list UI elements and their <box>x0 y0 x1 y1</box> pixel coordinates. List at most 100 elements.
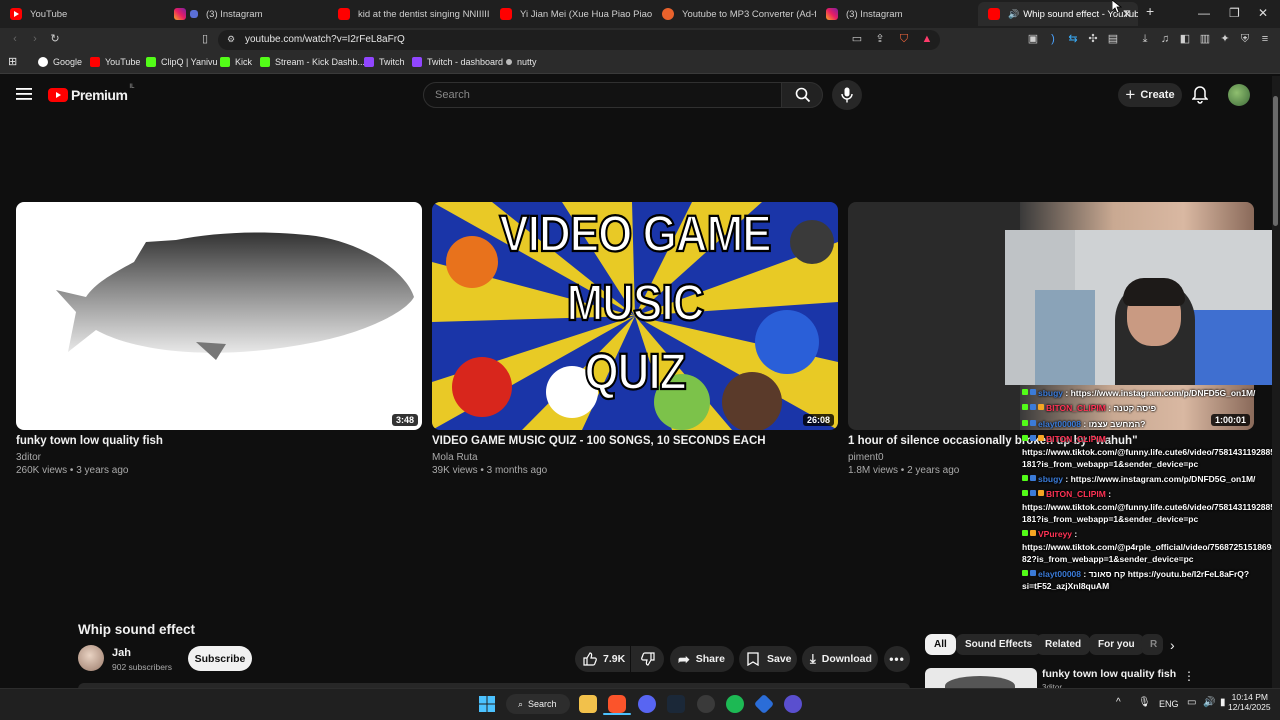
battery-icon[interactable]: ▮ <box>1220 697 1226 708</box>
search-input[interactable]: Search <box>423 82 782 108</box>
video-channel[interactable]: Mola Ruta <box>432 452 478 463</box>
screenshot-icon[interactable]: ▤ <box>1106 32 1120 46</box>
channel-name[interactable]: Jah <box>112 647 131 659</box>
bookmark-youtube[interactable]: YouTube <box>90 57 140 67</box>
channel-avatar[interactable] <box>78 645 104 671</box>
brave-browser-icon[interactable] <box>608 695 626 713</box>
browser-tab[interactable]: Youtube to MP3 Converter (Ad-free) <box>652 2 816 26</box>
voice-search-button[interactable] <box>832 80 862 110</box>
reload-icon[interactable]: ↻ <box>48 32 62 46</box>
chip-for-you[interactable]: For you <box>1089 634 1144 655</box>
share-icon[interactable]: ⇪ <box>873 32 887 46</box>
chevron-right-icon[interactable]: › <box>1170 637 1175 653</box>
subscribe-button[interactable]: Subscribe <box>188 646 252 671</box>
clock[interactable]: 10:14 PM 12/14/2025 <box>1228 692 1271 712</box>
microphone-tray-icon[interactable]: 🎙 <box>1138 697 1151 708</box>
thumbnail-text: VIDEO GAME MUSIC QUIZ <box>432 202 838 408</box>
sidebar-video-title[interactable]: funky town low quality fish <box>1042 668 1176 680</box>
bookmark-google[interactable]: Google <box>38 57 82 67</box>
volume-icon[interactable]: 🔊 <box>1203 697 1215 708</box>
more-actions-button[interactable]: ••• <box>884 646 910 672</box>
video-title[interactable]: VIDEO GAME MUSIC QUIZ - 100 SONGS, 10 SE… <box>432 435 766 447</box>
spotify-icon[interactable] <box>726 695 744 713</box>
rewards-icon[interactable]: ▲ <box>920 32 934 46</box>
video-thumbnail[interactable]: 3:48 <box>16 202 422 430</box>
bookmark-icon[interactable]: ▯ <box>198 32 212 46</box>
browser-tab[interactable]: YouTube <box>0 2 164 26</box>
leo-ai-icon[interactable]: ✦ <box>1218 32 1232 46</box>
sidebar-icon[interactable]: ◧ <box>1178 32 1192 46</box>
site-info-icon[interactable]: ⚙ <box>224 32 238 46</box>
video-title[interactable]: funky town low quality fish <box>16 435 163 447</box>
share-arrow-icon: ➦ <box>678 650 690 667</box>
new-tab-icon[interactable]: + <box>1146 3 1154 19</box>
back-icon[interactable]: ‹ <box>8 32 22 46</box>
download-button[interactable]: ⤓ Download <box>802 646 878 672</box>
tray-chevron-icon[interactable]: ^ <box>1116 697 1121 708</box>
minimize-icon[interactable]: — <box>1198 6 1210 20</box>
search-button[interactable] <box>781 82 823 108</box>
cast-icon[interactable]: ▭ <box>850 32 864 46</box>
close-tab-icon[interactable]: ✕ <box>1122 7 1132 21</box>
video-channel[interactable]: piment0 <box>848 452 884 463</box>
browser-tab[interactable]: Yi Jian Mei (Xue Hua Piao Piao) - Do <box>490 2 652 26</box>
steam-icon[interactable] <box>667 695 685 713</box>
video-channel[interactable]: 3ditor <box>16 452 41 463</box>
maximize-icon[interactable]: ❐ <box>1229 6 1240 20</box>
bookmark-twitch[interactable]: Twitch <box>364 57 405 67</box>
translate-extension-icon[interactable]: ⇆ <box>1066 32 1080 46</box>
audio-extension-icon[interactable]: ) <box>1046 32 1060 46</box>
save-button[interactable]: Save <box>739 646 797 672</box>
app-icon[interactable] <box>784 695 802 713</box>
bookmark-clipq[interactable]: ClipQ | Yanivu <box>146 57 218 67</box>
user-avatar[interactable] <box>1228 84 1250 106</box>
taskbar-search[interactable]: ⌕ Search <box>506 694 570 714</box>
windows-start-icon[interactable] <box>479 696 495 717</box>
bookmark-nutty[interactable]: nutty <box>506 57 537 67</box>
discord-icon[interactable] <box>638 695 656 713</box>
chat-text: 82?is_from_webapp=1&sender_device=pc <box>1022 554 1194 564</box>
bookmark-kick-dashboard[interactable]: Stream - Kick Dashb... <box>260 57 365 67</box>
browser-tab[interactable]: (3) Instagram <box>164 2 328 26</box>
obs-icon[interactable] <box>697 695 715 713</box>
wallet-icon[interactable]: ▥ <box>1198 32 1212 46</box>
create-button[interactable]: + Create <box>1118 83 1182 107</box>
dislike-button[interactable] <box>631 646 664 672</box>
sidebar-video-thumbnail[interactable] <box>925 668 1037 688</box>
bookmark-twitch-dashboard[interactable]: Twitch - dashboard <box>412 57 503 67</box>
hamburger-menu-icon[interactable] <box>16 87 32 101</box>
bookmark-label: Twitch - dashboard <box>427 57 504 67</box>
chip-all[interactable]: All <box>925 634 956 655</box>
menu-icon[interactable]: ≡ <box>1258 32 1272 46</box>
chip-sound-effects[interactable]: Sound Effects <box>956 634 1042 655</box>
vpn-icon[interactable]: ⛨ <box>1238 32 1252 46</box>
scrollbar-thumb[interactable] <box>1273 96 1278 226</box>
notifications-bell-icon[interactable] <box>1191 86 1209 109</box>
youtube-premium-logo[interactable]: Premium IL <box>48 84 134 103</box>
url-text[interactable]: youtube.com/watch?v=I2rFeL8aFrQ <box>245 34 405 45</box>
close-window-icon[interactable]: ✕ <box>1258 6 1268 20</box>
language-indicator[interactable]: ENG <box>1159 699 1179 709</box>
tab-title: (3) Instagram <box>206 8 263 20</box>
chat-username: BITON_CLIPIM <box>1046 489 1106 499</box>
file-explorer-icon[interactable] <box>579 695 597 713</box>
video-thumbnail[interactable]: VIDEO GAME MUSIC QUIZ 26:08 <box>432 202 838 430</box>
forward-icon[interactable]: › <box>28 32 42 46</box>
browser-tab[interactable]: (3) Instagram <box>816 2 976 26</box>
browser-tab[interactable]: kid at the dentist singing NNIIIIIIIIIII <box>328 2 490 26</box>
apps-grid-icon[interactable]: ⊞ <box>8 55 17 68</box>
like-button[interactable]: 7.9K <box>575 646 630 672</box>
download-icon[interactable]: ⤓ <box>1138 32 1152 46</box>
chat-message: sbugy : https://www.instagram.com/p/DNFD… <box>1022 387 1255 399</box>
microphone-icon <box>841 87 853 103</box>
share-button[interactable]: ➦ Share <box>670 646 734 672</box>
chip-more[interactable]: R <box>1141 634 1163 655</box>
extension-icon[interactable]: ▣ <box>1026 32 1040 46</box>
network-icon[interactable]: ▭ <box>1187 697 1196 708</box>
chip-related[interactable]: Related <box>1036 634 1091 655</box>
more-vertical-icon[interactable]: ⋮ <box>1183 669 1195 683</box>
music-icon[interactable]: ♫ <box>1158 32 1172 46</box>
brave-shield-icon[interactable]: ⛉ <box>897 32 911 46</box>
puzzle-icon[interactable]: ✣ <box>1086 32 1100 46</box>
bookmark-kick[interactable]: Kick <box>220 57 252 67</box>
